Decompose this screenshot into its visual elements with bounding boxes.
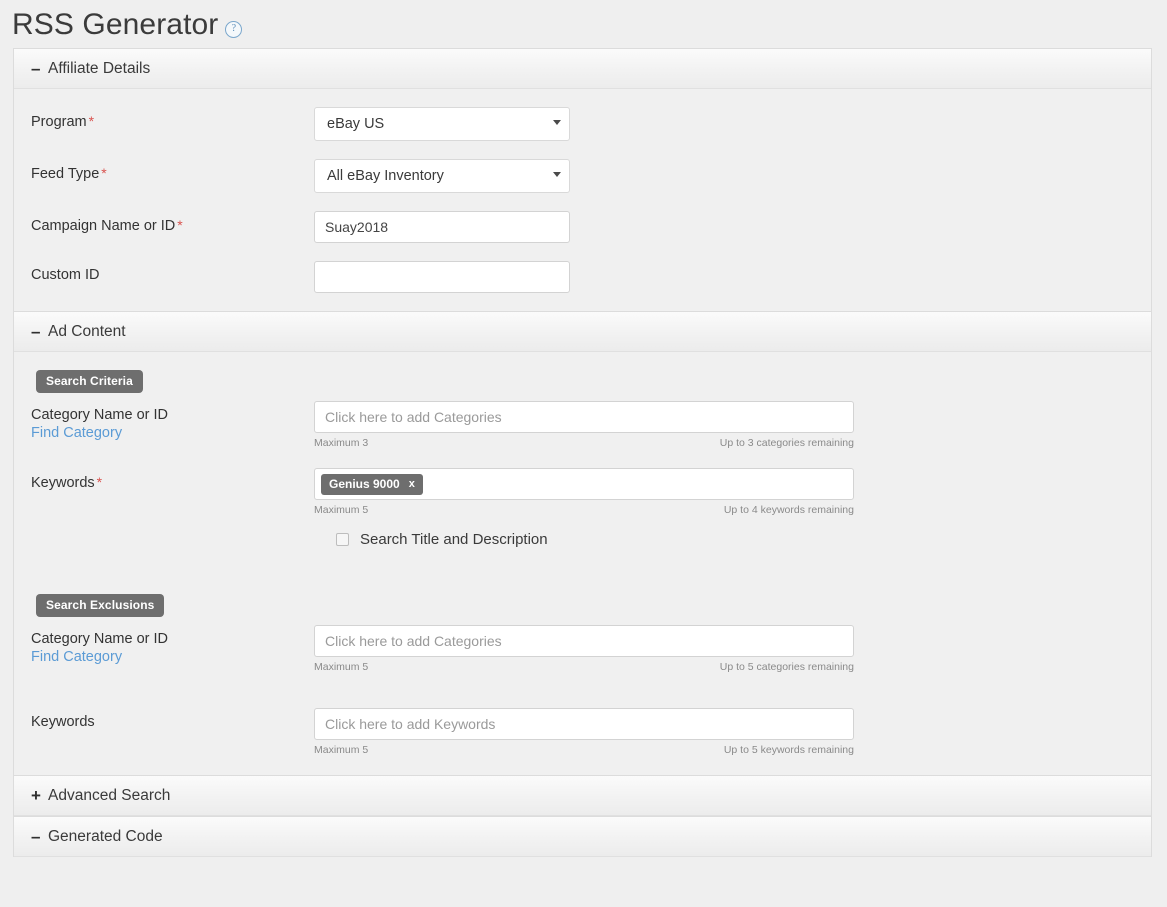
label-text-criteria-keywords: Keywords	[31, 475, 95, 491]
row-spacer	[14, 692, 1151, 708]
field-control-campaign	[314, 211, 1151, 243]
panel-body-ad-content: Search Criteria Category Name or ID Find…	[14, 352, 1151, 775]
panel-header-affiliate-details[interactable]: – Affiliate Details	[14, 49, 1151, 89]
label-text-program: Program	[31, 114, 87, 130]
remaining-text-exclusions-keywords: Up to 5 keywords remaining	[723, 744, 854, 756]
field-control-exclusions-category: Maximum 5 Up to 5 categories remaining	[314, 625, 1151, 674]
panel-generated-code: – Generated Code	[13, 816, 1152, 857]
collapse-toggle-icon[interactable]: –	[31, 323, 47, 340]
campaign-name-input[interactable]	[314, 211, 570, 243]
custom-id-input[interactable]	[314, 261, 570, 293]
field-control-criteria-keywords: Genius 9000 x Maximum 5 Up to 4 keywords…	[314, 468, 1151, 548]
required-marker-campaign: *	[177, 217, 183, 233]
field-control-criteria-category: Maximum 3 Up to 3 categories remaining	[314, 401, 1151, 450]
field-row-criteria-category: Category Name or ID Find Category Maximu…	[14, 401, 1151, 450]
find-category-link-exclusions[interactable]: Find Category	[31, 648, 314, 666]
badge-search-criteria: Search Criteria	[36, 370, 143, 393]
meta-row-criteria-category: Maximum 3 Up to 3 categories remaining	[314, 437, 854, 450]
maximum-text-criteria-keywords: Maximum 5	[314, 504, 369, 516]
field-row-criteria-keywords: Keywords * Genius 9000 x Maximum 5 Up to …	[14, 468, 1151, 548]
field-row-program: Program * eBay US	[14, 107, 1151, 141]
field-control-custom-id	[314, 261, 1151, 293]
meta-row-exclusions-keywords: Maximum 5 Up to 5 keywords remaining	[314, 744, 854, 757]
criteria-category-input[interactable]	[314, 401, 854, 433]
checkbox-row-search-title-description: Search Title and Description	[336, 531, 1151, 548]
field-row-feed-type: Feed Type * All eBay Inventory	[14, 159, 1151, 193]
remaining-text-criteria-category: Up to 3 categories remaining	[719, 437, 854, 449]
panel-advanced-search: + Advanced Search	[13, 775, 1152, 816]
label-text-feed-type: Feed Type	[31, 166, 100, 182]
meta-row-criteria-keywords: Maximum 5 Up to 4 keywords remaining	[314, 504, 854, 517]
find-category-link-criteria[interactable]: Find Category	[31, 424, 314, 442]
keyword-chip: Genius 9000 x	[321, 473, 423, 495]
remaining-text-exclusions-category: Up to 5 categories remaining	[719, 661, 854, 673]
select-program[interactable]: eBay US	[314, 107, 570, 141]
meta-row-exclusions-category: Maximum 5 Up to 5 categories remaining	[314, 661, 854, 674]
field-label-program: Program *	[31, 107, 314, 131]
field-label-criteria-category: Category Name or ID Find Category	[31, 401, 314, 442]
field-label-exclusions-category: Category Name or ID Find Category	[31, 625, 314, 666]
question-mark-circle-icon[interactable]: ?	[225, 21, 243, 38]
panel-body-affiliate-details: Program * eBay US Feed Type * All eBay Inv…	[14, 89, 1151, 311]
field-label-feed-type: Feed Type *	[31, 159, 314, 183]
label-text-criteria-category: Category Name or ID	[31, 407, 168, 423]
panel-header-generated-code[interactable]: – Generated Code	[14, 817, 1151, 857]
required-marker-program: *	[88, 113, 95, 129]
panel-title-affiliate-details: Affiliate Details	[48, 59, 151, 77]
label-text-exclusions-category: Category Name or ID	[31, 631, 168, 647]
search-title-description-label: Search Title and Description	[360, 531, 548, 548]
field-label-custom-id: Custom ID	[31, 261, 314, 284]
field-label-exclusions-keywords: Keywords	[31, 708, 314, 731]
select-wrap-program: eBay US	[314, 107, 570, 141]
select-wrap-feed-type: All eBay Inventory	[314, 159, 570, 193]
field-row-custom-id: Custom ID	[14, 261, 1151, 293]
exclusions-category-input[interactable]	[314, 625, 854, 657]
label-text-campaign: Campaign Name or ID	[31, 218, 176, 234]
field-control-exclusions-keywords: Maximum 5 Up to 5 keywords remaining	[314, 708, 1151, 757]
label-text-custom-id: Custom ID	[31, 267, 100, 283]
expand-toggle-icon[interactable]: +	[31, 787, 47, 804]
panel-title-generated-code: Generated Code	[48, 827, 163, 845]
required-marker-criteria-keywords: *	[96, 474, 103, 490]
panel-title-advanced-search: Advanced Search	[48, 786, 171, 804]
remove-keyword-icon[interactable]: x	[409, 477, 415, 491]
collapse-toggle-icon[interactable]: –	[31, 828, 47, 845]
badge-search-exclusions: Search Exclusions	[36, 594, 165, 617]
field-control-program: eBay US	[314, 107, 1151, 141]
field-row-exclusions-category: Category Name or ID Find Category Maximu…	[14, 625, 1151, 674]
maximum-text-exclusions-keywords: Maximum 5	[314, 744, 369, 756]
field-row-exclusions-keywords: Keywords Maximum 5 Up to 5 keywords rema…	[14, 708, 1151, 757]
page-header: RSS Generator ?	[0, 0, 1167, 48]
field-row-campaign: Campaign Name or ID *	[14, 211, 1151, 243]
maximum-text-exclusions-category: Maximum 5	[314, 661, 369, 673]
keyword-chip-label: Genius 9000	[329, 476, 400, 491]
panel-header-advanced-search[interactable]: + Advanced Search	[14, 776, 1151, 816]
field-label-criteria-keywords: Keywords *	[31, 468, 314, 492]
required-marker-feed-type: *	[101, 165, 107, 181]
panel-header-ad-content[interactable]: – Ad Content	[14, 312, 1151, 352]
panel-title-ad-content: Ad Content	[48, 322, 126, 340]
maximum-text-criteria-category: Maximum 3	[314, 437, 369, 449]
collapse-toggle-icon[interactable]: –	[31, 60, 47, 77]
select-feed-type[interactable]: All eBay Inventory	[314, 159, 570, 193]
remaining-text-criteria-keywords: Up to 4 keywords remaining	[723, 504, 854, 516]
search-title-description-checkbox[interactable]	[336, 533, 349, 546]
criteria-keywords-input[interactable]: Genius 9000 x	[314, 468, 854, 500]
exclusions-keywords-input[interactable]	[314, 708, 854, 740]
field-label-campaign: Campaign Name or ID *	[31, 211, 314, 235]
page-title: RSS Generator	[12, 8, 219, 41]
panel-ad-content: – Ad Content Search Criteria Category Na…	[13, 311, 1152, 775]
label-text-exclusions-keywords: Keywords	[31, 714, 95, 730]
field-control-feed-type: All eBay Inventory	[314, 159, 1151, 193]
panel-affiliate-details: – Affiliate Details Program * eBay US Fee…	[13, 48, 1152, 311]
